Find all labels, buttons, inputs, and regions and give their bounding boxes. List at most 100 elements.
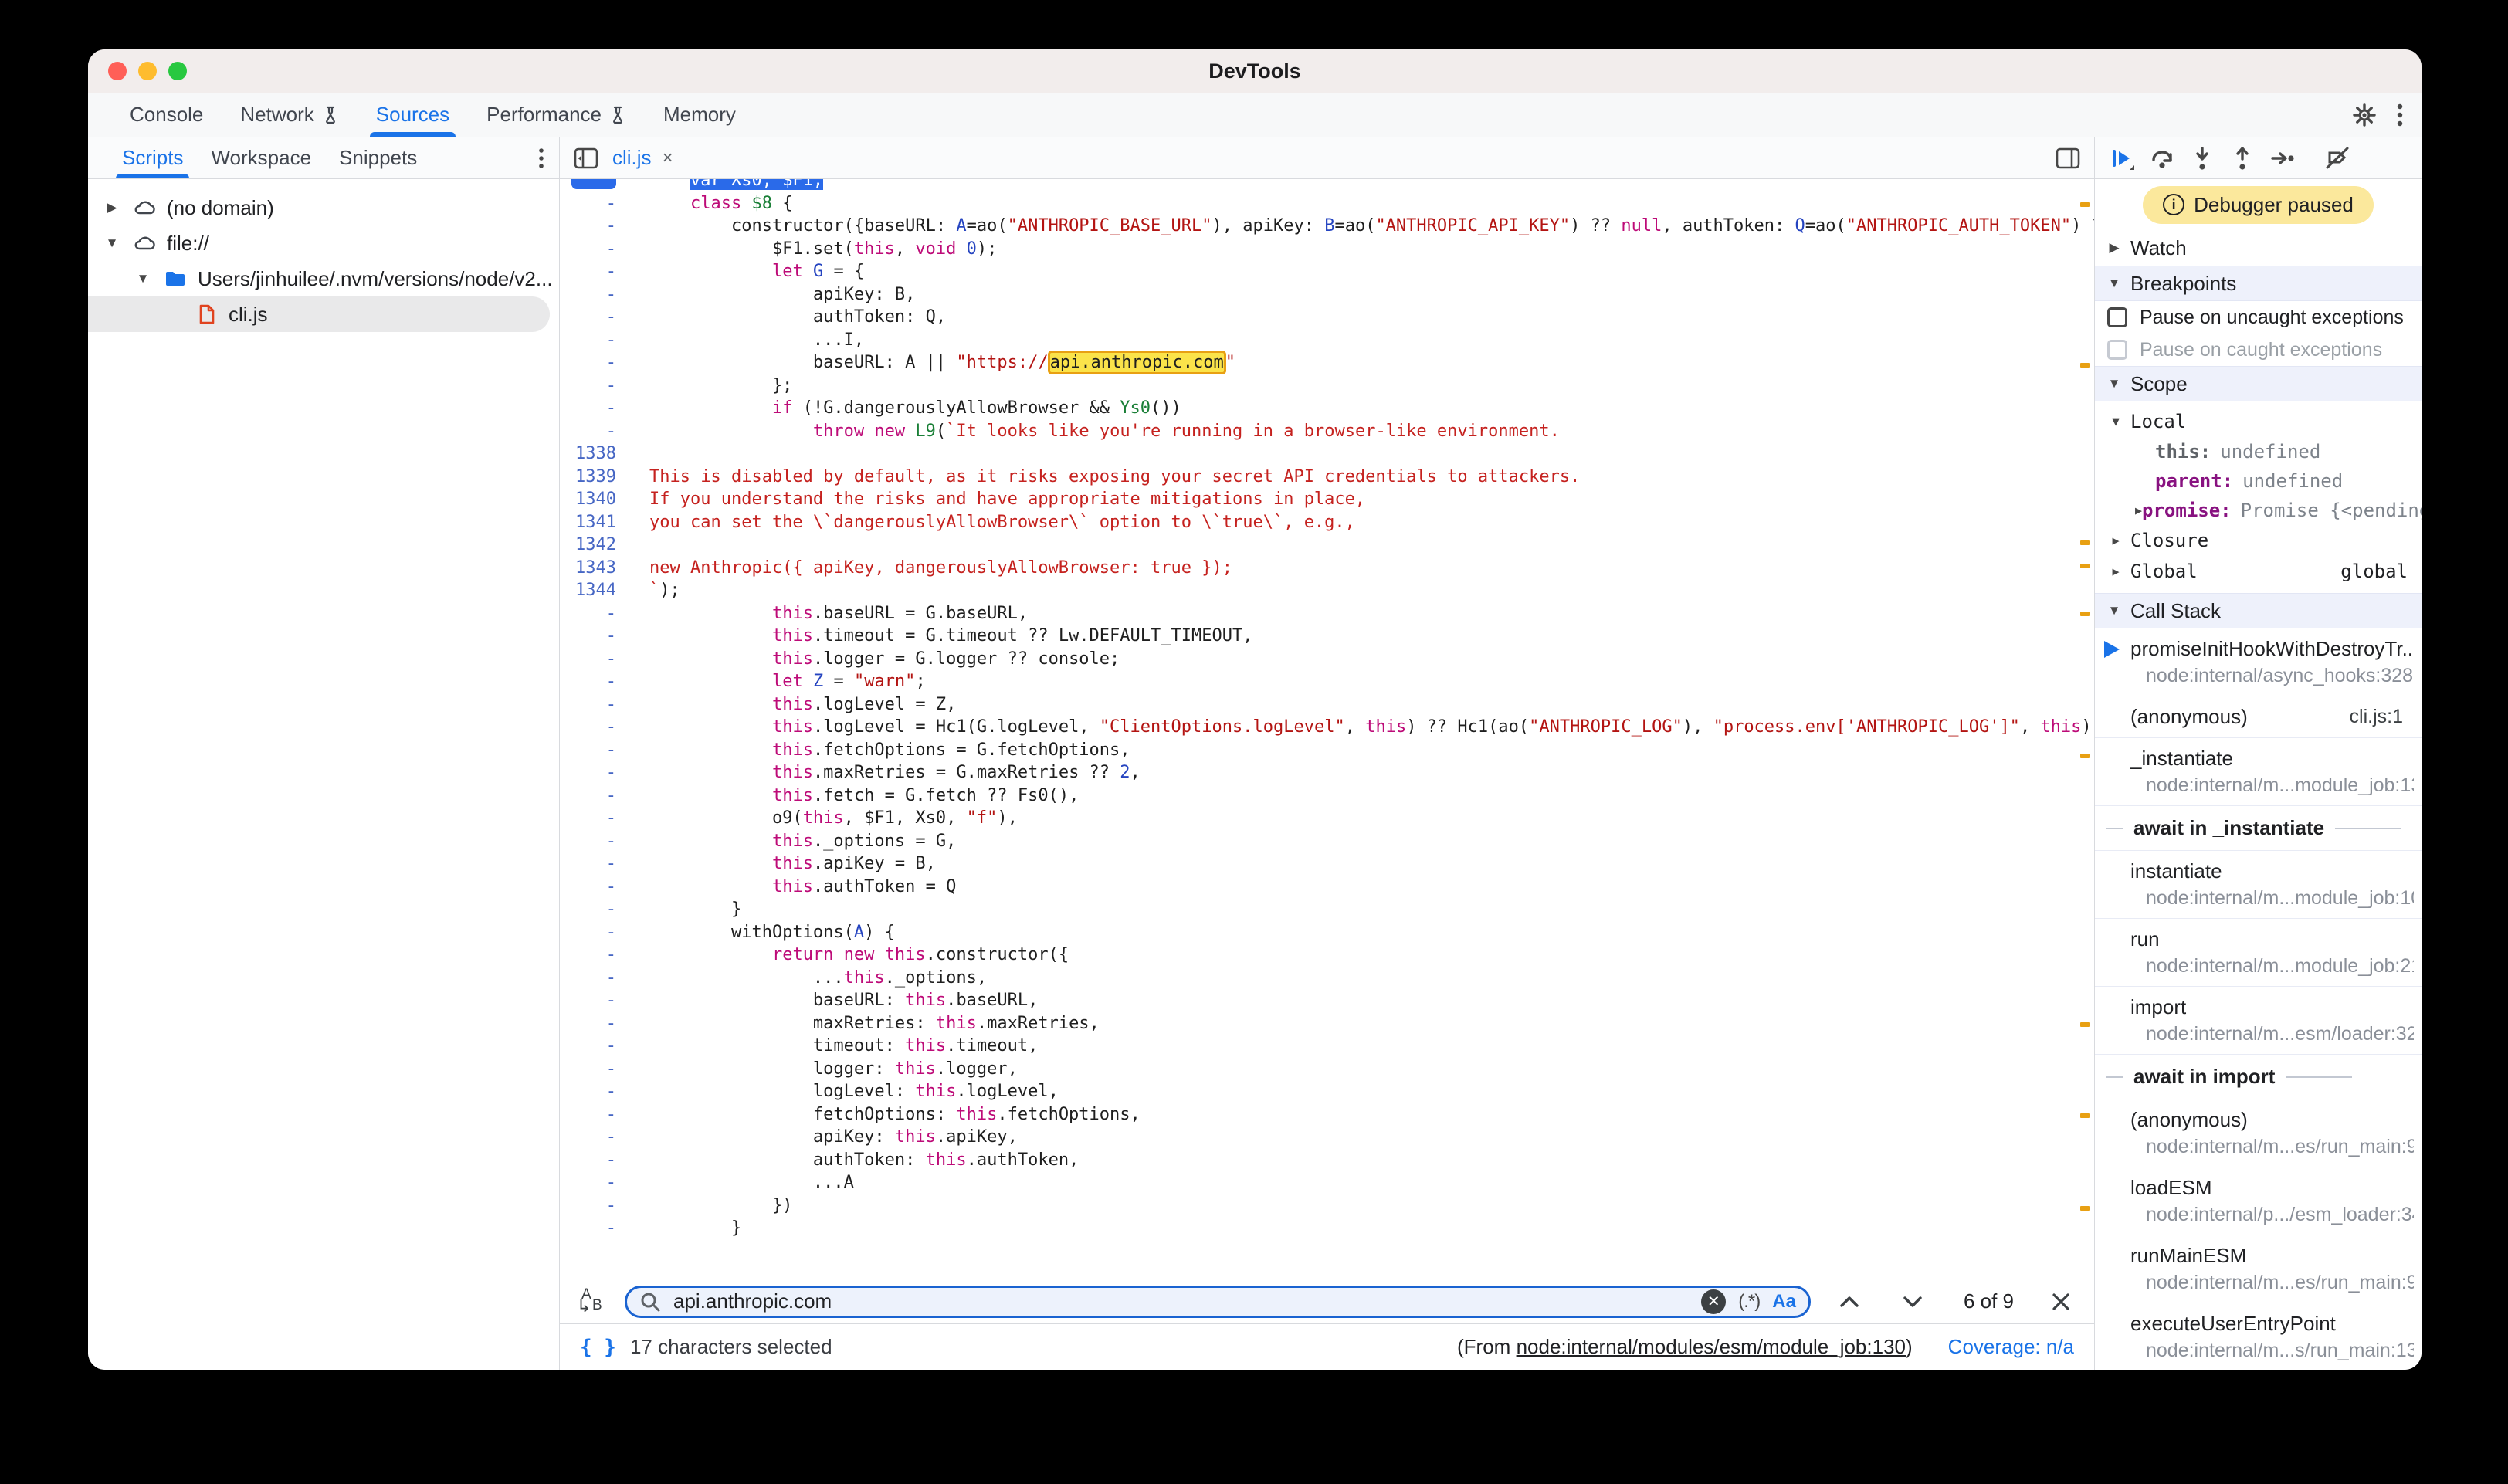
stack-frame[interactable]: promiseInitHookWithDestroyTr...node:inte…: [2095, 628, 2422, 696]
tab-sources[interactable]: Sources: [358, 93, 468, 137]
tab-console[interactable]: Console: [111, 93, 222, 137]
line-number[interactable]: 1339: [560, 466, 629, 489]
toggle-debugger-sidebar-icon[interactable]: [2056, 147, 2080, 170]
tab-network[interactable]: Network: [222, 93, 357, 137]
line-number[interactable]: -: [560, 670, 629, 693]
line-number[interactable]: 1342: [560, 534, 629, 557]
line-number[interactable]: -: [560, 238, 629, 261]
checkbox[interactable]: [2107, 340, 2127, 360]
line-number[interactable]: -: [560, 807, 629, 830]
line-number[interactable]: 1344: [560, 579, 629, 602]
tree-item--no-domain-[interactable]: ▶(no domain): [88, 190, 559, 225]
step-button[interactable]: [2263, 141, 2302, 176]
stack-frame[interactable]: loadESMnode:internal/p.../esm_loader:34: [2095, 1167, 2422, 1235]
file-tab-clijs[interactable]: cli.js ×: [612, 146, 673, 170]
line-number[interactable]: -: [560, 967, 629, 990]
close-search-icon[interactable]: [2051, 1292, 2071, 1312]
scope-variable[interactable]: this:undefined: [2095, 437, 2422, 466]
watch-section-header[interactable]: ▶ Watch: [2095, 230, 2422, 266]
chevron-down-icon[interactable]: ▼: [133, 271, 153, 286]
previous-match-button[interactable]: [1825, 1295, 1874, 1309]
line-number[interactable]: 1341: [560, 511, 629, 534]
line-number[interactable]: -: [560, 625, 629, 648]
chevron-right-icon[interactable]: ▶: [102, 200, 122, 215]
step-over-button[interactable]: [2143, 141, 2181, 176]
line-number[interactable]: -: [560, 693, 629, 717]
search-input[interactable]: api.anthropic.com: [673, 1289, 1689, 1313]
line-number[interactable]: -: [560, 306, 629, 329]
stack-frame[interactable]: runnode:internal/m...module_job:214: [2095, 918, 2422, 986]
tree-item-cli-js[interactable]: cli.js: [88, 296, 550, 332]
line-number[interactable]: -: [560, 1103, 629, 1127]
line-number[interactable]: -: [560, 1149, 629, 1172]
close-window-button[interactable]: [108, 62, 127, 80]
scope-variable[interactable]: parent:undefined: [2095, 466, 2422, 496]
pretty-print-icon[interactable]: { }: [580, 1336, 616, 1359]
line-number[interactable]: -: [560, 1080, 629, 1103]
tab-memory[interactable]: Memory: [645, 93, 754, 137]
scope-group-closure[interactable]: ▶Closure: [2095, 525, 2422, 556]
line-number[interactable]: -: [560, 876, 629, 899]
line-number[interactable]: [560, 179, 629, 192]
stack-frame[interactable]: instantiatenode:internal/m...module_job:…: [2095, 850, 2422, 918]
line-number[interactable]: -: [560, 1217, 629, 1240]
stack-frame[interactable]: executeUserEntryPointnode:internal/m...s…: [2095, 1303, 2422, 1370]
replace-toggle-icon[interactable]: A ↳ B: [575, 1286, 611, 1317]
line-number[interactable]: -: [560, 716, 629, 739]
settings-gear-icon[interactable]: [2352, 103, 2377, 127]
resume-button[interactable]: [2103, 141, 2141, 176]
coverage-link[interactable]: Coverage: n/a: [1948, 1335, 2074, 1359]
chevron-down-icon[interactable]: ▼: [102, 235, 122, 251]
line-number[interactable]: -: [560, 944, 629, 967]
deactivate-breakpoints-button[interactable]: [2318, 141, 2357, 176]
maximize-window-button[interactable]: [168, 62, 187, 80]
stack-frame[interactable]: (anonymous)node:internal/m...es/run_main…: [2095, 1099, 2422, 1167]
line-number[interactable]: -: [560, 351, 629, 374]
line-number[interactable]: -: [560, 1058, 629, 1081]
navigator-tab-scripts[interactable]: Scripts: [108, 137, 197, 178]
match-case-toggle[interactable]: Aa: [1772, 1291, 1796, 1313]
step-out-button[interactable]: [2223, 141, 2262, 176]
line-number[interactable]: -: [560, 921, 629, 944]
next-match-button[interactable]: [1888, 1295, 1937, 1309]
stack-frame[interactable]: (anonymous)cli.js:1: [2095, 696, 2422, 737]
line-number[interactable]: -: [560, 420, 629, 443]
code-editor[interactable]: var Xs0, $F1;- class $8 {- constructor({…: [560, 179, 2094, 1279]
tab-close-icon[interactable]: ×: [663, 147, 673, 169]
navigator-tab-workspace[interactable]: Workspace: [197, 137, 325, 178]
checkbox[interactable]: [2107, 307, 2127, 327]
line-number[interactable]: -: [560, 602, 629, 625]
more-options-icon[interactable]: [2395, 102, 2405, 128]
line-number[interactable]: -: [560, 215, 629, 238]
stack-frame[interactable]: _instantiatenode:internal/m...module_job…: [2095, 737, 2422, 805]
minimize-window-button[interactable]: [138, 62, 157, 80]
line-number[interactable]: 1343: [560, 557, 629, 580]
line-number[interactable]: -: [560, 1194, 629, 1218]
line-number[interactable]: -: [560, 852, 629, 876]
line-number[interactable]: -: [560, 374, 629, 398]
navigator-tab-snippets[interactable]: Snippets: [325, 137, 431, 178]
line-number[interactable]: -: [560, 898, 629, 921]
line-number[interactable]: -: [560, 1171, 629, 1194]
line-number[interactable]: -: [560, 830, 629, 853]
line-number[interactable]: -: [560, 1126, 629, 1149]
navigator-more-icon[interactable]: [537, 147, 545, 170]
scope-group-global[interactable]: ▶Globalglobal: [2095, 556, 2422, 587]
line-number[interactable]: -: [560, 329, 629, 352]
line-number[interactable]: -: [560, 397, 629, 420]
line-number[interactable]: -: [560, 1035, 629, 1058]
line-number[interactable]: -: [560, 260, 629, 283]
chevron-right-icon[interactable]: ▶: [2135, 503, 2142, 517]
regex-toggle[interactable]: (.*): [1738, 1291, 1760, 1313]
line-number[interactable]: -: [560, 192, 629, 215]
step-into-button[interactable]: [2183, 141, 2222, 176]
tab-performance[interactable]: Performance: [468, 93, 645, 137]
line-number[interactable]: -: [560, 784, 629, 808]
source-link[interactable]: node:internal/modules/esm/module_job:130: [1517, 1335, 1906, 1358]
scope-variable[interactable]: ▶promise:Promise {<pending>}: [2095, 496, 2422, 525]
line-number[interactable]: -: [560, 989, 629, 1012]
breakpoints-section-header[interactable]: ▼ Breakpoints: [2095, 266, 2422, 301]
tree-item-users-jinhuilee-nvm-versions-node-v2-[interactable]: ▼Users/jinhuilee/.nvm/versions/node/v2..…: [88, 261, 559, 296]
call-stack-section-header[interactable]: ▼ Call Stack: [2095, 593, 2422, 628]
line-number[interactable]: -: [560, 283, 629, 307]
